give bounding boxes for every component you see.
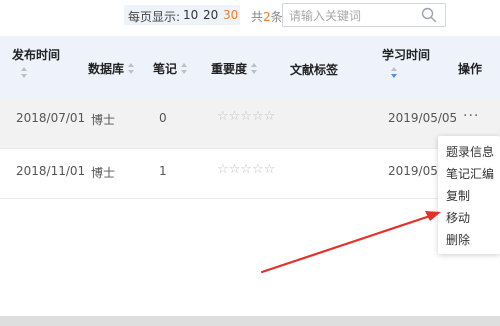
row2-importance-stars[interactable]: ☆☆☆☆☆ (217, 162, 275, 177)
col-publish-date[interactable]: 发布时间 (12, 46, 60, 63)
row1-study-time: 2019/05/05 (388, 111, 458, 125)
sort-importance-icon[interactable] (251, 63, 258, 74)
search-box (282, 3, 446, 27)
menu-item-notes-compile[interactable]: 笔记汇编 (446, 165, 494, 182)
row1-notes: 0 (159, 111, 167, 125)
col-importance[interactable]: 重要度 (211, 60, 258, 77)
sort-database-icon[interactable] (128, 63, 135, 74)
row1-publish-date: 2018/07/01 (16, 111, 86, 125)
row1-database: 博士 (91, 113, 116, 127)
per-page-label: 每页显示: (128, 10, 181, 24)
per-page-10[interactable]: 10 (183, 8, 198, 22)
menu-item-record-info[interactable]: 题录信息 (446, 143, 494, 160)
menu-item-move[interactable]: 移动 (446, 209, 470, 226)
row2-notes: 1 (159, 164, 167, 178)
sort-publish-date-icon[interactable] (21, 67, 28, 78)
table-empty-area (0, 198, 500, 317)
row2-publish-date: 2018/11/01 (16, 164, 86, 178)
per-page-20[interactable]: 20 (203, 8, 218, 22)
total-count: 共2条 (251, 10, 283, 24)
sort-notes-icon[interactable] (181, 63, 188, 74)
toolbar: 每页显示: 10 20 30 共2条 (0, 0, 500, 36)
row1-more-icon[interactable]: ··· (463, 108, 479, 124)
action-menu: 题录信息 笔记汇编 复制 移动 删除 (438, 136, 500, 254)
menu-item-delete[interactable]: 删除 (446, 231, 470, 248)
col-action: 操作 (458, 62, 483, 76)
per-page-30[interactable]: 30 (223, 8, 238, 22)
menu-item-copy[interactable]: 复制 (446, 187, 470, 204)
sort-study-time-icon[interactable] (391, 67, 398, 78)
col-notes[interactable]: 笔记 (153, 60, 188, 77)
table-header: 发布时间 数据库 笔记 重要度 文献标签 学习时间 操作 (0, 36, 500, 98)
col-tag: 文献标签 (290, 63, 339, 77)
col-study-time[interactable]: 学习时间 (382, 46, 430, 63)
search-input[interactable] (287, 6, 421, 26)
horizontal-scrollbar[interactable] (0, 316, 500, 326)
row2-database: 博士 (91, 166, 116, 180)
col-database[interactable]: 数据库 (88, 60, 135, 77)
search-icon[interactable] (421, 7, 437, 23)
row1-importance-stars[interactable]: ☆☆☆☆☆ (217, 109, 275, 124)
